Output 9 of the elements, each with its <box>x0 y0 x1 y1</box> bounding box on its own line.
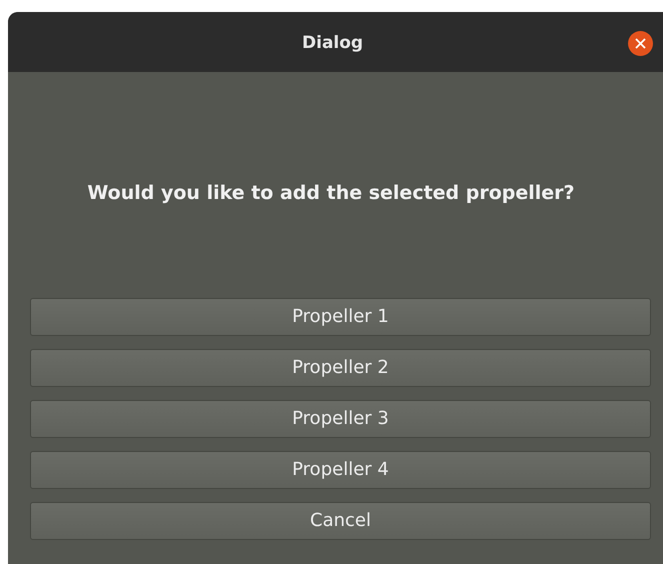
propeller-button[interactable]: Cancel <box>30 502 651 540</box>
propeller-button[interactable]: Propeller 4 <box>30 450 651 488</box>
propeller-button[interactable]: Propeller 3 <box>30 400 651 438</box>
propeller-button[interactable]: Propeller 2 <box>30 348 651 386</box>
close-icon <box>635 38 646 49</box>
propeller-button[interactable]: Propeller 1 <box>30 298 651 336</box>
question-text: Would you like to add the selected propeller? <box>86 181 576 206</box>
window-title: Dialog <box>302 32 364 55</box>
close-button[interactable] <box>628 31 653 56</box>
